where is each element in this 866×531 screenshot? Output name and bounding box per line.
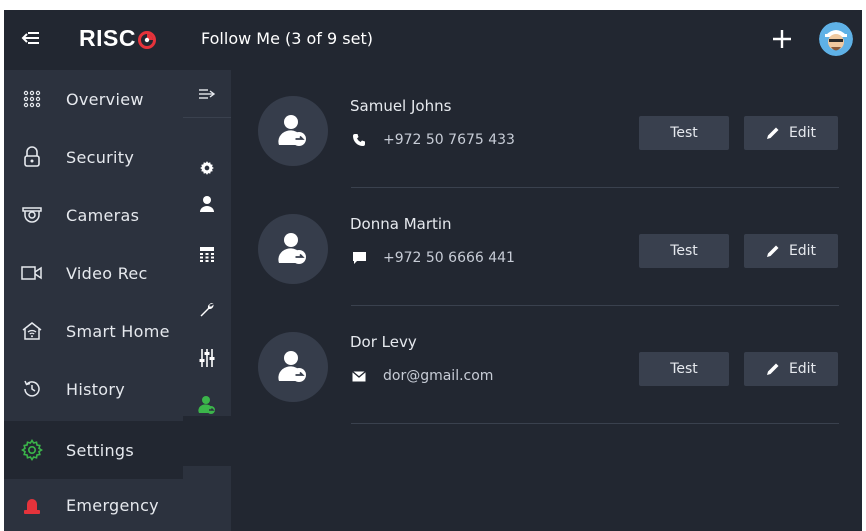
sidebar-item-smart-home[interactable]: Smart Home [4,302,183,360]
brand-bar: RISC [4,10,183,70]
pencil-icon [766,127,779,139]
follow-me-user-icon [258,214,328,284]
pencil-icon [766,245,779,257]
history-icon [21,378,43,400]
test-button[interactable]: Test [639,234,729,268]
siren-icon [21,494,43,516]
contact-detail-text: +972 50 6666 441 [383,250,515,266]
list-item: Donna Martin +972 50 6666 441 Test Edit [231,188,862,306]
contact-detail: +972 50 6666 441 [350,250,515,266]
collapse-arrow-icon[interactable] [18,26,42,50]
app-window: RISC Overview Security Cameras Video Rec… [4,10,862,531]
contact-detail-text: dor@gmail.com [383,368,494,384]
wrench-icon[interactable] [195,297,219,321]
gear-icon[interactable] [195,156,219,180]
lock-icon [21,146,43,168]
page-title: Follow Me (3 of 9 set) [201,29,373,48]
sidebar: RISC Overview Security Cameras Video Rec… [4,10,183,531]
follow-me-user-icon [258,96,328,166]
subnav-divider [183,117,231,118]
logo-text: RISC [79,25,136,51]
gear-icon [21,439,43,461]
list-item: Samuel Johns +972 50 7675 433 Test Edit [231,70,862,188]
contact-detail-text: +972 50 7675 433 [383,132,515,148]
sidebar-item-label: Emergency [66,495,159,515]
add-icon[interactable] [769,26,795,52]
keypad-icon[interactable] [195,242,219,266]
test-button[interactable]: Test [639,352,729,386]
contact-detail: dor@gmail.com [350,368,493,384]
edit-label: Edit [788,361,817,377]
video-icon [21,262,43,284]
follow-me-user-icon [258,332,328,402]
sidebar-item-label: History [66,379,126,399]
camera-icon [21,204,43,226]
sidebar-item-label: Overview [66,89,144,109]
list-item: Dor Levy dor@gmail.com Test Edit [231,306,862,424]
pencil-icon [766,363,779,375]
contact-name: Samuel Johns [350,97,452,115]
smart-home-icon [21,320,43,342]
user-icon[interactable] [195,192,219,216]
sidebar-item-video-rec[interactable]: Video Rec [4,244,183,302]
sidebar-item-label: Settings [66,440,135,460]
contact-name: Donna Martin [350,215,452,233]
sidebar-item-history[interactable]: History [4,360,183,418]
sidebar-item-label: Security [66,147,135,167]
sidebar-item-cameras[interactable]: Cameras [4,186,183,244]
email-icon [350,368,368,384]
phone-icon [350,132,368,148]
test-button[interactable]: Test [639,116,729,150]
sidebar-item-label: Video Rec [66,263,148,283]
sidebar-item-security[interactable]: Security [4,128,183,186]
sidebar-item-label: Cameras [66,205,140,225]
edit-label: Edit [788,125,817,141]
follow-me-icon[interactable] [195,393,219,417]
subnav-active-highlight [183,416,231,466]
header: Follow Me (3 of 9 set) [183,10,862,70]
expand-icon[interactable] [195,82,219,106]
sidebar-item-overview[interactable]: Overview [4,70,183,128]
edit-label: Edit [788,243,817,259]
contact-detail: +972 50 7675 433 [350,132,515,148]
edit-button[interactable]: Edit [744,234,838,268]
divider [351,423,839,424]
sidebar-item-settings[interactable]: Settings [4,421,183,479]
grid-dots-icon [21,88,43,110]
sms-icon [350,250,368,266]
edit-button[interactable]: Edit [744,352,838,386]
logo-mark-icon [138,31,156,49]
sidebar-item-label: Smart Home [66,321,170,341]
edit-button[interactable]: Edit [744,116,838,150]
sliders-icon[interactable] [195,346,219,370]
settings-subnav [183,70,231,531]
avatar[interactable] [819,22,853,56]
sidebar-item-emergency[interactable]: Emergency [4,479,183,531]
contact-name: Dor Levy [350,333,417,351]
